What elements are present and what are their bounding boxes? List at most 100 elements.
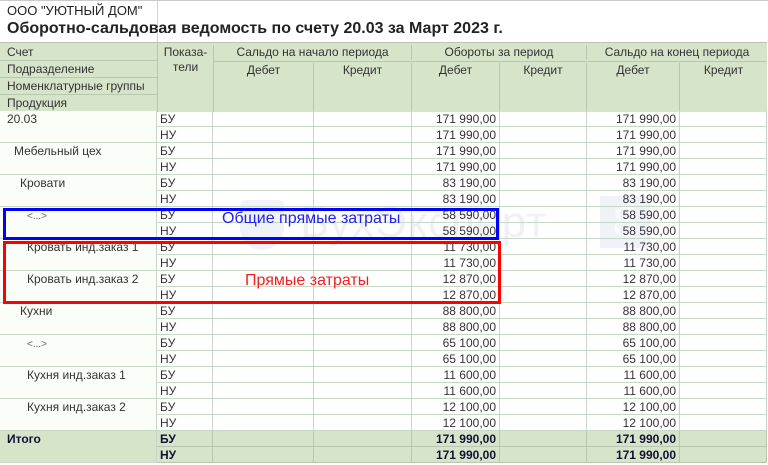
closing-credit-cell — [680, 191, 767, 207]
opening-debit-cell — [213, 415, 314, 431]
turnover-credit-cell — [500, 399, 587, 415]
opening-credit-cell — [314, 447, 412, 463]
table-row[interactable]: НУ 65 100,00 65 100,00 — [0, 351, 767, 367]
header-turnover-debit: Дебет — [412, 63, 500, 112]
turnover-credit-cell — [500, 287, 587, 303]
turnover-credit-cell — [500, 383, 587, 399]
turnover-debit-cell: 171 990,00 — [412, 143, 500, 159]
turnover-credit-cell — [500, 271, 587, 287]
closing-credit-cell — [680, 255, 767, 271]
opening-debit-cell — [213, 335, 314, 351]
closing-debit-cell: 65 100,00 — [587, 351, 680, 367]
red-annotation: Прямые затраты — [245, 272, 370, 289]
turnover-credit-cell — [500, 335, 587, 351]
turnover-credit-cell — [500, 415, 587, 431]
opening-debit-cell — [213, 303, 314, 319]
opening-debit-cell — [213, 319, 314, 335]
blue-annotation: Общие прямые затраты — [222, 210, 401, 227]
header-closing-balance: Сальдо на конец периода — [604, 45, 750, 59]
closing-debit-cell: 11 600,00 — [587, 367, 680, 383]
closing-debit-cell: 58 590,00 — [587, 207, 680, 223]
turnover-credit-cell — [500, 319, 587, 335]
closing-debit-cell: 171 990,00 — [587, 159, 680, 175]
closing-debit-cell: 171 990,00 — [587, 431, 680, 447]
opening-debit-cell — [213, 191, 314, 207]
turnover-debit-cell: 171 990,00 — [412, 127, 500, 143]
table-row[interactable]: БУ 11 600,00 11 600,00 — [0, 367, 767, 383]
frame-top — [0, 0, 768, 1]
closing-credit-cell — [680, 351, 767, 367]
closing-credit-cell — [680, 287, 767, 303]
turnover-debit-cell: 65 100,00 — [412, 335, 500, 351]
closing-debit-cell: 171 990,00 — [587, 447, 680, 463]
turnover-debit-cell: 12 100,00 — [412, 415, 500, 431]
opening-credit-cell — [314, 175, 412, 191]
table-row[interactable]: БУ 171 990,00 171 990,00 — [0, 143, 767, 159]
turnover-debit-cell: 88 800,00 — [412, 319, 500, 335]
turnover-debit-cell: 11 600,00 — [412, 383, 500, 399]
turnover-credit-cell — [500, 431, 587, 447]
report-title: Оборотно-сальдовая ведомость по счету 20… — [7, 20, 503, 37]
closing-credit-cell — [680, 143, 767, 159]
indicator-cell: НУ — [157, 319, 213, 335]
indicator-cell: БУ — [157, 143, 213, 159]
table-row[interactable]: НУ 171 990,00 171 990,00 — [0, 159, 767, 175]
closing-credit-cell — [680, 239, 767, 255]
closing-debit-cell: 88 800,00 — [587, 303, 680, 319]
table-row[interactable]: НУ 171 990,00 171 990,00 — [0, 447, 767, 463]
indicator-cell: БУ — [157, 175, 213, 191]
opening-credit-cell — [314, 319, 412, 335]
closing-debit-cell: 12 100,00 — [587, 415, 680, 431]
opening-credit-cell — [314, 383, 412, 399]
table-row[interactable]: НУ 12 100,00 12 100,00 — [0, 415, 767, 431]
opening-credit-cell — [314, 431, 412, 447]
closing-credit-cell — [680, 207, 767, 223]
closing-debit-cell: 171 990,00 — [587, 127, 680, 143]
indicator-cell: БУ — [157, 367, 213, 383]
company-name: ООО "УЮТНЫЙ ДОМ" — [7, 3, 143, 18]
closing-credit-cell — [680, 399, 767, 415]
opening-debit-cell — [213, 383, 314, 399]
closing-debit-cell: 11 730,00 — [587, 255, 680, 271]
opening-credit-cell — [314, 191, 412, 207]
table-row[interactable]: БУ 12 100,00 12 100,00 — [0, 399, 767, 415]
opening-credit-cell — [314, 127, 412, 143]
closing-debit-cell: 171 990,00 — [587, 143, 680, 159]
table-row[interactable]: НУ 11 600,00 11 600,00 — [0, 383, 767, 399]
turnover-credit-cell — [500, 111, 587, 127]
closing-debit-cell: 83 190,00 — [587, 175, 680, 191]
indicator-cell: НУ — [157, 127, 213, 143]
table-row[interactable]: БУ 171 990,00 171 990,00 — [0, 111, 767, 127]
turnover-debit-cell: 83 190,00 — [412, 191, 500, 207]
opening-credit-cell — [314, 159, 412, 175]
turnover-debit-cell: 11 600,00 — [412, 367, 500, 383]
opening-credit-cell — [314, 335, 412, 351]
header-opening-debit: Дебет — [214, 63, 314, 112]
closing-credit-cell — [680, 447, 767, 463]
table-row[interactable]: БУ 171 990,00 171 990,00 — [0, 431, 767, 447]
turnover-credit-cell — [500, 175, 587, 191]
table-row[interactable]: НУ 88 800,00 88 800,00 — [0, 319, 767, 335]
indicator-cell: НУ — [157, 351, 213, 367]
turnover-credit-cell — [500, 303, 587, 319]
closing-credit-cell — [680, 383, 767, 399]
turnover-credit-cell — [500, 367, 587, 383]
table-row[interactable]: НУ 171 990,00 171 990,00 — [0, 127, 767, 143]
table-row[interactable]: НУ 83 190,00 83 190,00 — [0, 191, 767, 207]
closing-credit-cell — [680, 367, 767, 383]
closing-credit-cell — [680, 335, 767, 351]
opening-debit-cell — [213, 127, 314, 143]
table-row[interactable]: БУ 88 800,00 88 800,00 — [0, 303, 767, 319]
turnover-debit-cell: 171 990,00 — [412, 159, 500, 175]
turnover-debit-cell: 171 990,00 — [412, 431, 500, 447]
turnover-debit-cell: 171 990,00 — [412, 447, 500, 463]
opening-debit-cell — [213, 143, 314, 159]
closing-debit-cell: 11 600,00 — [587, 383, 680, 399]
header-opening-balance: Сальдо на начало периода — [214, 45, 412, 60]
turnover-debit-cell: 88 800,00 — [412, 303, 500, 319]
opening-credit-cell — [314, 367, 412, 383]
table-row[interactable]: БУ 83 190,00 83 190,00 — [0, 175, 767, 191]
table-row[interactable]: БУ 65 100,00 65 100,00 — [0, 335, 767, 351]
opening-credit-cell — [314, 111, 412, 127]
closing-debit-cell: 11 730,00 — [587, 239, 680, 255]
